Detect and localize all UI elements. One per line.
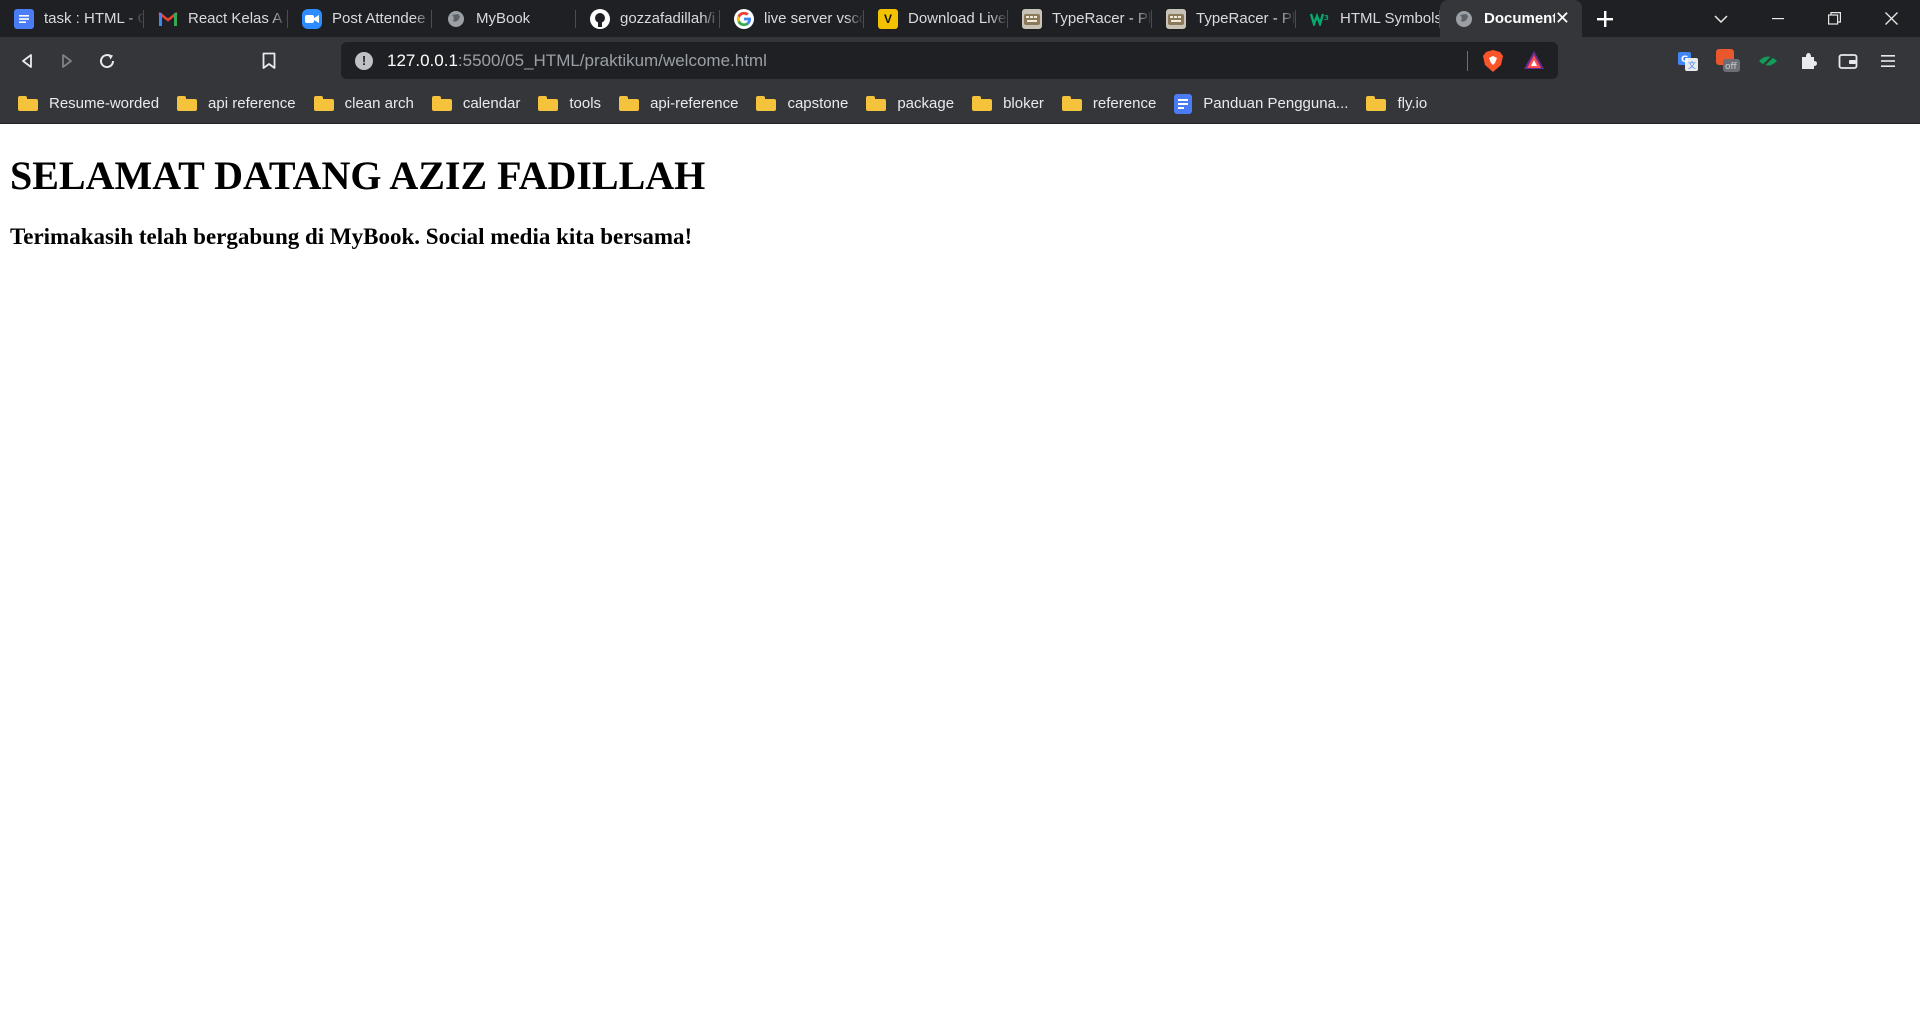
svg-text:3: 3 [1324, 14, 1329, 22]
bookmarks-bar: Resume-worded api reference clean arch c… [0, 84, 1920, 124]
bookmark-label: capstone [787, 95, 849, 112]
tab-typeracer-2[interactable]: TypeRacer - Pla [1152, 0, 1296, 37]
typeracer-icon [1022, 8, 1042, 29]
window-controls [1692, 0, 1920, 37]
folder-icon [619, 96, 640, 111]
back-button[interactable] [7, 41, 47, 81]
bookmark-reference[interactable]: reference [1054, 89, 1166, 119]
tab-download-live[interactable]: V Download Live [864, 0, 1008, 37]
url-path: :5500/05_HTML/praktikum/welcome.html [457, 50, 767, 70]
folder-icon [18, 96, 38, 111]
globe-icon [1454, 9, 1474, 29]
reload-button[interactable] [87, 41, 127, 81]
tab-github[interactable]: gozzafadillah/i [576, 0, 720, 37]
bookmark-label: reference [1092, 95, 1157, 112]
bookmark-resume-worded[interactable]: Resume-worded [10, 89, 169, 119]
bookmark-tools[interactable]: tools [530, 89, 611, 119]
new-tab-button[interactable] [1582, 0, 1628, 37]
typeracer-icon [1166, 8, 1186, 29]
folder-icon [538, 96, 559, 111]
bookmark-label: tools [569, 95, 602, 112]
globe-icon [446, 9, 466, 29]
power-off-extension-icon[interactable]: off [1708, 41, 1748, 81]
bookmark-clean-arch[interactable]: clean arch [306, 89, 424, 119]
page-content: SELAMAT DATANG AZIZ FADILLAH Terimakasih… [0, 124, 1920, 1020]
address-bar[interactable]: ! 127.0.0.1:5500/05_HTML/praktikum/welco… [341, 42, 1558, 79]
wallet-icon[interactable] [1828, 41, 1868, 81]
bookmark-label: clean arch [344, 95, 414, 112]
w3schools-icon: 3 [1310, 9, 1330, 29]
browser-toolbar: ! 127.0.0.1:5500/05_HTML/praktikum/welco… [0, 37, 1920, 84]
tab-task-html[interactable]: task : HTML - G [0, 0, 144, 37]
folder-icon [1061, 96, 1082, 111]
google-docs-icon [1174, 93, 1193, 114]
page-heading: SELAMAT DATANG AZIZ FADILLAH [10, 153, 706, 198]
menu-hamburger-icon[interactable] [1868, 41, 1908, 81]
tab-typeracer-1[interactable]: TypeRacer - Pla [1008, 0, 1152, 37]
tab-label: Document [1484, 10, 1555, 27]
tab-search-chevron-icon[interactable] [1692, 0, 1749, 37]
github-icon [590, 8, 610, 29]
folder-icon [177, 96, 198, 111]
bookmark-label: package [897, 95, 955, 112]
bookmark-label: Resume-worded [49, 95, 160, 112]
folder-icon [972, 96, 993, 111]
back-arrow-icon [22, 53, 32, 68]
bookmark-label: bloker [1003, 95, 1044, 112]
bookmark-package[interactable]: package [858, 89, 964, 119]
tab-strip: task : HTML - G React Kelas A C Post Att… [0, 0, 1920, 37]
extensions-area: G文 off [1668, 37, 1908, 84]
google-icon [734, 8, 754, 29]
extensions-puzzle-icon[interactable] [1788, 41, 1828, 81]
bookmark-api-reference-2[interactable]: api-reference [611, 89, 748, 119]
svg-text:off: off [1725, 62, 1738, 72]
bookmark-button[interactable] [249, 41, 289, 81]
zoom-icon [302, 8, 322, 29]
site-info-icon[interactable]: ! [355, 51, 373, 70]
green-extension-icon[interactable] [1748, 41, 1788, 81]
gmail-icon [158, 9, 178, 29]
forward-button[interactable] [47, 41, 87, 81]
tab-live-server[interactable]: live server vsco [720, 0, 864, 37]
bookmark-label: Panduan Pengguna... [1203, 95, 1349, 112]
bookmark-api-reference[interactable]: api reference [169, 89, 306, 119]
folder-icon [313, 96, 334, 111]
bookmark-bloker[interactable]: bloker [964, 89, 1054, 119]
bookmark-panduan-pengguna[interactable]: Panduan Pengguna... [1166, 89, 1358, 119]
tab-post-attendee[interactable]: Post Attendee [288, 0, 432, 37]
url-host: 127.0.0.1 [387, 50, 458, 70]
bookmark-label: api-reference [650, 95, 739, 112]
page-subheading: Terimakasih telah bergabung di MyBook. S… [10, 224, 693, 249]
tab-react-kelas[interactable]: React Kelas A C [144, 0, 288, 37]
close-window-button[interactable] [1863, 0, 1920, 37]
reload-icon [100, 53, 115, 68]
folder-icon [1366, 96, 1387, 111]
forward-arrow-icon [62, 53, 72, 68]
google-docs-icon [14, 8, 34, 29]
v-logo-icon: V [878, 8, 898, 29]
bookmark-fly-io[interactable]: fly.io [1358, 89, 1437, 119]
brave-shields-icon[interactable] [1482, 49, 1504, 78]
restore-button[interactable] [1806, 0, 1863, 37]
close-tab-icon[interactable]: ✕ [1555, 8, 1570, 29]
tab-mybook[interactable]: MyBook [432, 0, 576, 37]
tab-html-symbols[interactable]: 3 HTML Symbols [1296, 0, 1440, 37]
folder-icon [756, 96, 777, 111]
bookmark-label: fly.io [1397, 95, 1428, 112]
brave-rewards-icon[interactable] [1523, 50, 1545, 75]
tab-label: MyBook [476, 10, 531, 27]
bookmark-calendar[interactable]: calendar [424, 89, 531, 119]
tab-document[interactable]: Document ✕ [1440, 0, 1582, 37]
folder-icon [866, 96, 887, 111]
svg-text:文: 文 [1688, 60, 1696, 70]
google-translate-icon[interactable]: G文 [1668, 41, 1708, 81]
folder-icon [431, 96, 452, 111]
bookmark-icon [262, 52, 276, 69]
minimize-button[interactable] [1749, 0, 1806, 37]
bookmark-label: calendar [462, 95, 521, 112]
bookmark-label: api reference [208, 95, 296, 112]
tab-label: HTML Symbols [1340, 10, 1440, 27]
bookmark-capstone[interactable]: capstone [748, 89, 858, 119]
url-text[interactable]: 127.0.0.1:5500/05_HTML/praktikum/welcome… [387, 51, 767, 71]
